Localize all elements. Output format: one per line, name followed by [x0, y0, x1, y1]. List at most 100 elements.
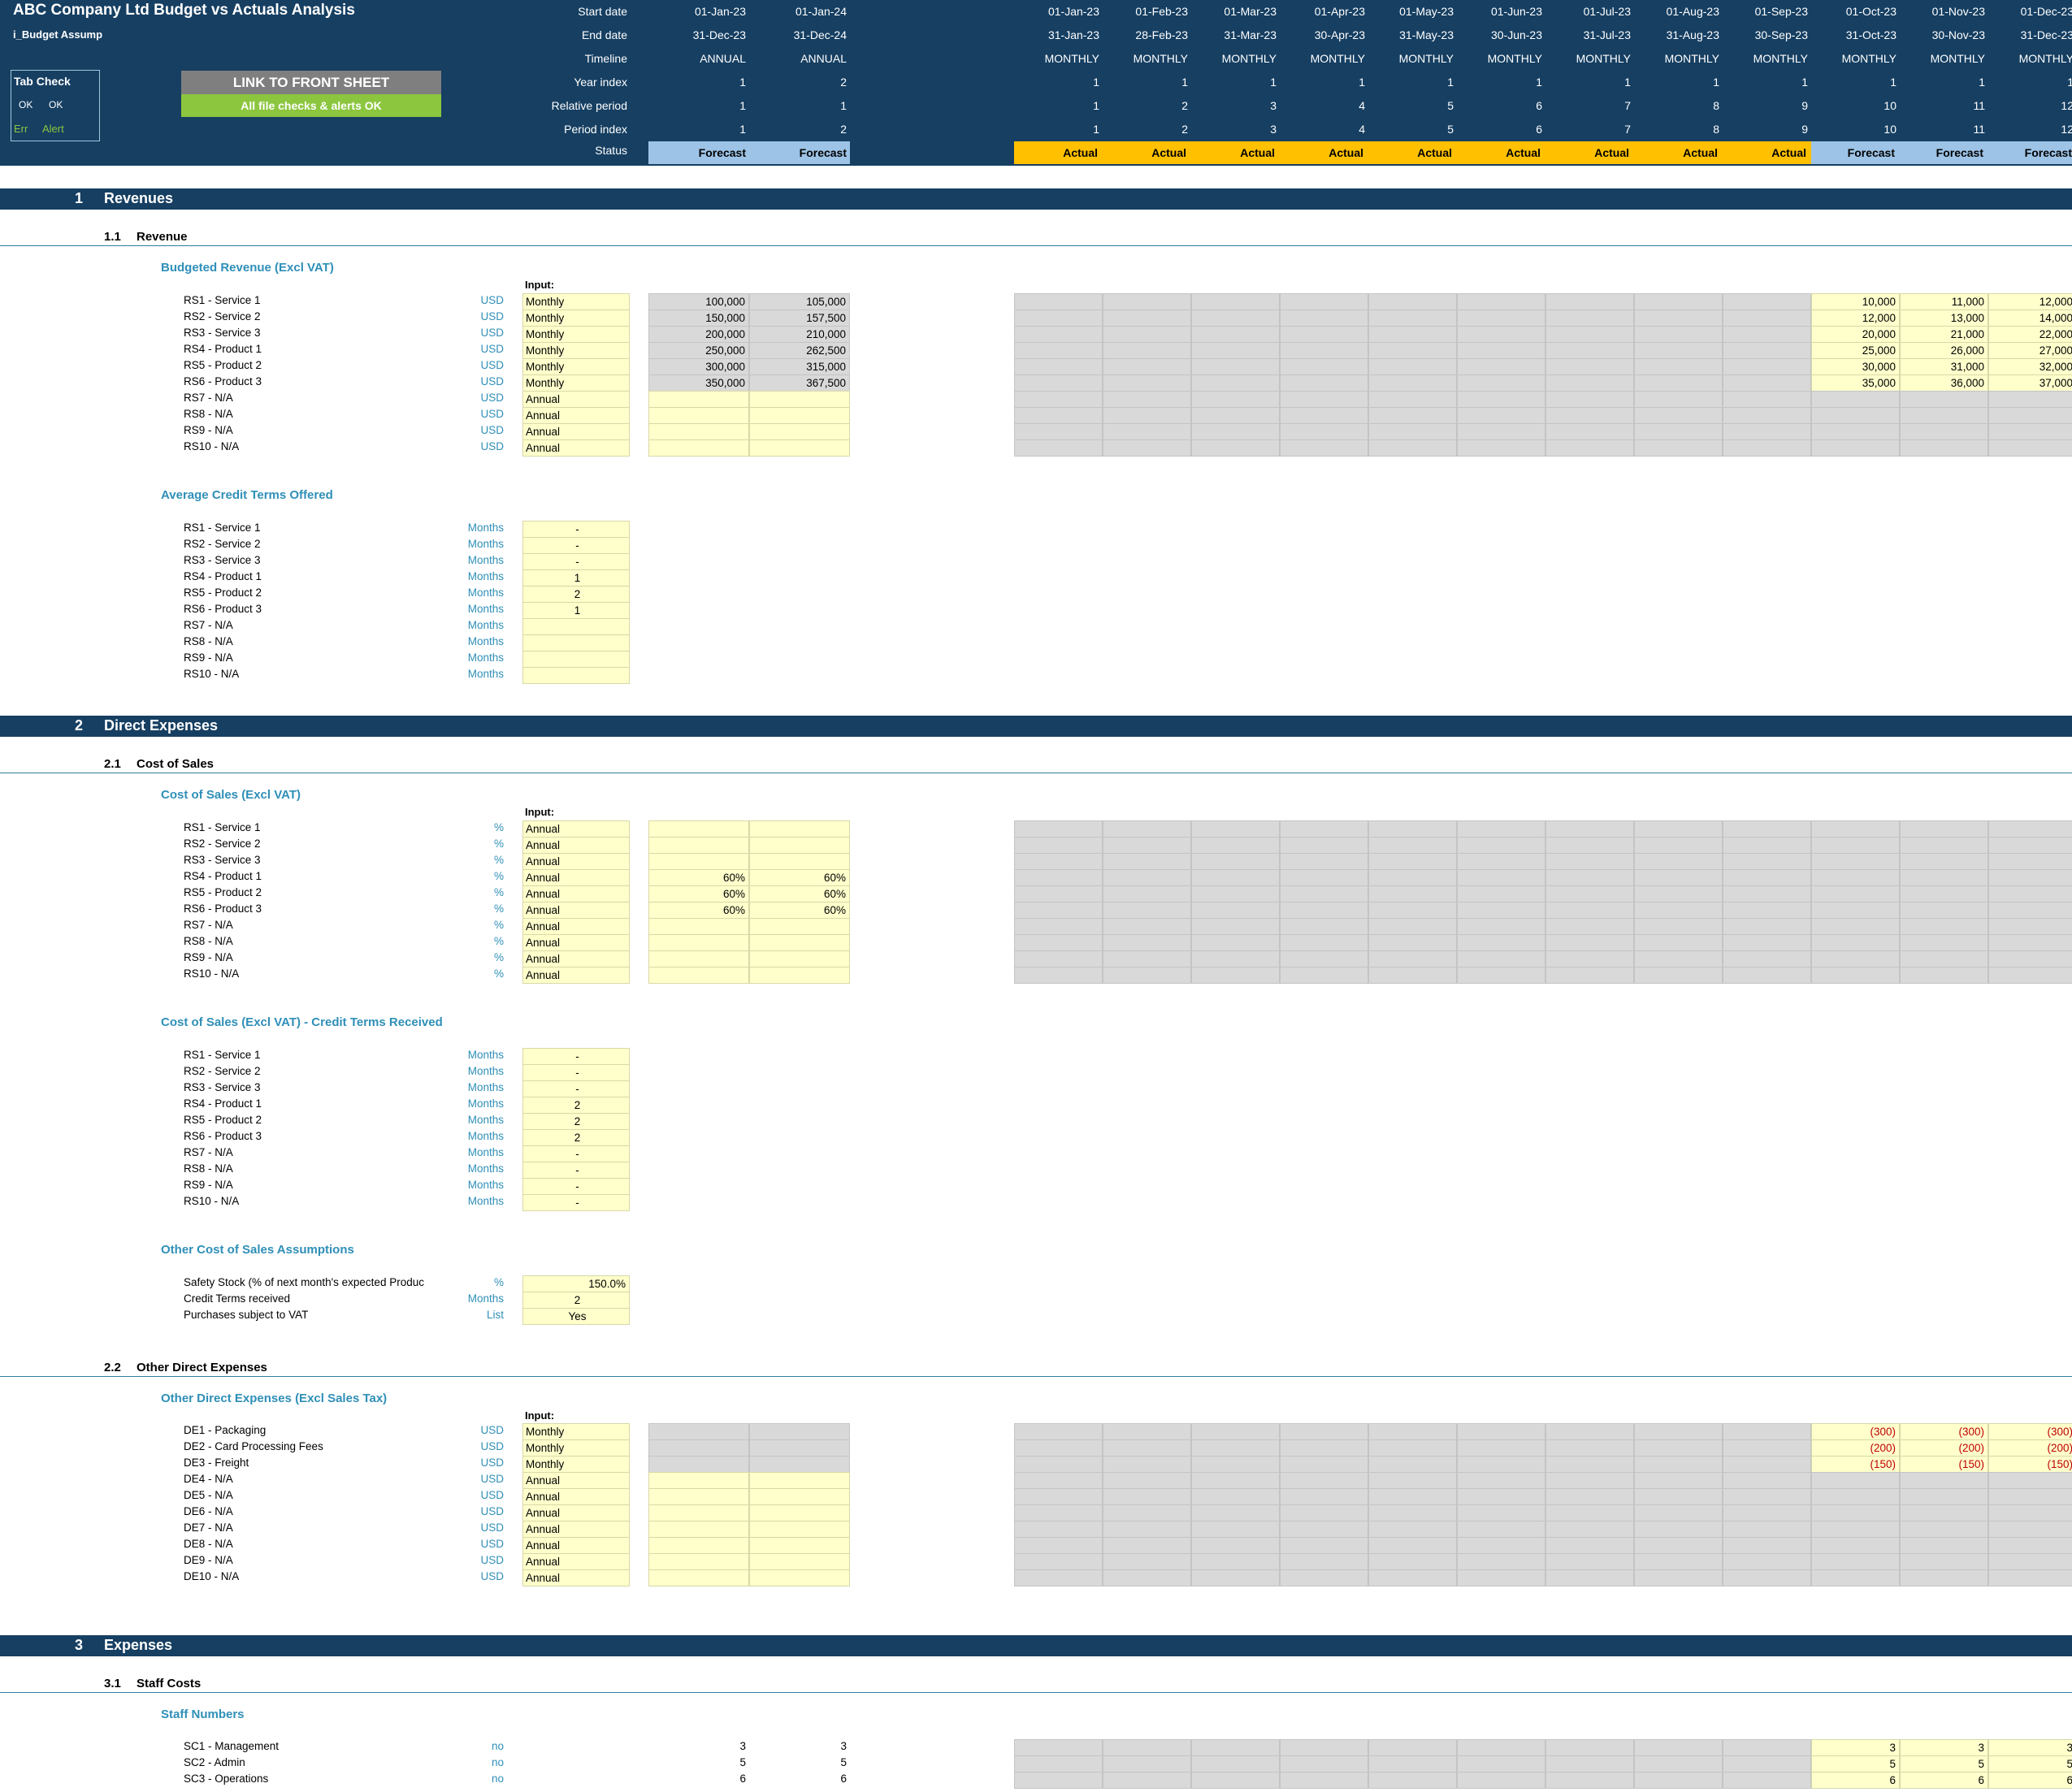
- input-cell[interactable]: [522, 634, 630, 651]
- input-cell[interactable]: 3: [1988, 1739, 2072, 1756]
- link-to-front-sheet-button[interactable]: LINK TO FRONT SHEET: [181, 71, 441, 94]
- input-cell[interactable]: Monthly: [522, 309, 630, 327]
- input-cell[interactable]: Annual: [522, 967, 630, 984]
- input-cell[interactable]: [648, 1537, 749, 1554]
- input-cell[interactable]: 2: [522, 586, 630, 603]
- input-cell[interactable]: (300): [1811, 1423, 1900, 1440]
- input-cell[interactable]: (200): [1900, 1439, 1988, 1457]
- input-cell[interactable]: 10,000: [1811, 293, 1900, 310]
- input-cell[interactable]: Monthly: [522, 374, 630, 392]
- input-cell[interactable]: Annual: [522, 1553, 630, 1570]
- input-cell[interactable]: 30,000: [1811, 358, 1900, 375]
- input-cell[interactable]: [749, 1569, 850, 1586]
- input-cell[interactable]: Annual: [522, 902, 630, 919]
- input-cell[interactable]: [749, 407, 850, 424]
- input-cell[interactable]: Monthly: [522, 1439, 630, 1457]
- input-cell[interactable]: (200): [1988, 1439, 2072, 1457]
- input-cell[interactable]: 25,000: [1811, 342, 1900, 359]
- input-cell[interactable]: [648, 934, 749, 951]
- input-cell[interactable]: [648, 837, 749, 854]
- input-cell[interactable]: Annual: [522, 869, 630, 886]
- input-cell[interactable]: Annual: [522, 837, 630, 854]
- input-cell[interactable]: 1: [522, 602, 630, 619]
- input-cell[interactable]: [749, 1504, 850, 1521]
- input-cell[interactable]: 12,000: [1811, 309, 1900, 327]
- input-cell[interactable]: -: [522, 1162, 630, 1179]
- input-cell[interactable]: 2: [522, 1113, 630, 1130]
- input-cell[interactable]: 150.0%: [522, 1275, 630, 1292]
- input-cell[interactable]: [648, 918, 749, 935]
- input-cell[interactable]: -: [522, 1048, 630, 1065]
- input-cell[interactable]: Annual: [522, 918, 630, 935]
- input-cell[interactable]: Annual: [522, 1472, 630, 1489]
- input-cell[interactable]: [648, 967, 749, 984]
- input-cell[interactable]: 11,000: [1900, 293, 1988, 310]
- input-cell[interactable]: -: [522, 1080, 630, 1097]
- input-cell[interactable]: -: [522, 521, 630, 538]
- input-cell[interactable]: 60%: [648, 902, 749, 919]
- input-cell[interactable]: [749, 820, 850, 838]
- input-cell[interactable]: -: [522, 1064, 630, 1081]
- input-cell[interactable]: [749, 853, 850, 870]
- input-cell[interactable]: [648, 439, 749, 457]
- input-cell[interactable]: [749, 423, 850, 440]
- input-cell[interactable]: 12,000: [1988, 293, 2072, 310]
- input-cell[interactable]: 26,000: [1900, 342, 1988, 359]
- input-cell[interactable]: [648, 423, 749, 440]
- input-cell[interactable]: 60%: [749, 885, 850, 902]
- input-cell[interactable]: 31,000: [1900, 358, 1988, 375]
- input-cell[interactable]: [749, 1537, 850, 1554]
- input-cell[interactable]: Annual: [522, 1537, 630, 1554]
- input-cell[interactable]: -: [522, 1194, 630, 1211]
- input-cell[interactable]: [648, 820, 749, 838]
- input-cell[interactable]: 6: [1811, 1772, 1900, 1789]
- input-cell[interactable]: 60%: [648, 869, 749, 886]
- input-cell[interactable]: (150): [1988, 1456, 2072, 1473]
- input-cell[interactable]: Yes: [522, 1308, 630, 1325]
- input-cell[interactable]: -: [522, 1178, 630, 1195]
- input-cell[interactable]: 6: [1988, 1772, 2072, 1789]
- input-cell[interactable]: Annual: [522, 1504, 630, 1521]
- input-cell[interactable]: (150): [1811, 1456, 1900, 1473]
- input-cell[interactable]: 14,000: [1988, 309, 2072, 327]
- input-cell[interactable]: (300): [1900, 1423, 1988, 1440]
- input-cell[interactable]: 3: [1900, 1739, 1988, 1756]
- input-cell[interactable]: [648, 1521, 749, 1538]
- input-cell[interactable]: -: [522, 553, 630, 570]
- input-cell[interactable]: [749, 967, 850, 984]
- input-cell[interactable]: Monthly: [522, 326, 630, 343]
- input-cell[interactable]: Monthly: [522, 342, 630, 359]
- input-cell[interactable]: [648, 1504, 749, 1521]
- input-cell[interactable]: [749, 950, 850, 967]
- input-cell[interactable]: 5: [1900, 1755, 1988, 1773]
- input-cell[interactable]: 35,000: [1811, 374, 1900, 392]
- input-cell[interactable]: (300): [1988, 1423, 2072, 1440]
- input-cell[interactable]: 60%: [749, 869, 850, 886]
- input-cell[interactable]: 60%: [648, 885, 749, 902]
- input-cell[interactable]: Annual: [522, 853, 630, 870]
- input-cell[interactable]: (200): [1811, 1439, 1900, 1457]
- input-cell[interactable]: [648, 853, 749, 870]
- input-cell[interactable]: Annual: [522, 1521, 630, 1538]
- input-cell[interactable]: [749, 1521, 850, 1538]
- input-cell[interactable]: 1: [522, 569, 630, 587]
- input-cell[interactable]: Annual: [522, 439, 630, 457]
- input-cell[interactable]: [749, 1488, 850, 1505]
- input-cell[interactable]: [749, 1553, 850, 1570]
- input-cell[interactable]: Annual: [522, 934, 630, 951]
- input-cell[interactable]: 6: [1900, 1772, 1988, 1789]
- input-cell[interactable]: (150): [1900, 1456, 1988, 1473]
- input-cell[interactable]: 32,000: [1988, 358, 2072, 375]
- input-cell[interactable]: 27,000: [1988, 342, 2072, 359]
- input-cell[interactable]: 2: [522, 1292, 630, 1309]
- input-cell[interactable]: 21,000: [1900, 326, 1988, 343]
- input-cell[interactable]: 22,000: [1988, 326, 2072, 343]
- input-cell[interactable]: [749, 918, 850, 935]
- input-cell[interactable]: 2: [522, 1097, 630, 1114]
- input-cell[interactable]: [749, 837, 850, 854]
- input-cell[interactable]: [749, 391, 850, 408]
- input-cell[interactable]: Annual: [522, 1488, 630, 1505]
- input-cell[interactable]: 5: [1811, 1755, 1900, 1773]
- input-cell[interactable]: [648, 1488, 749, 1505]
- input-cell[interactable]: [648, 407, 749, 424]
